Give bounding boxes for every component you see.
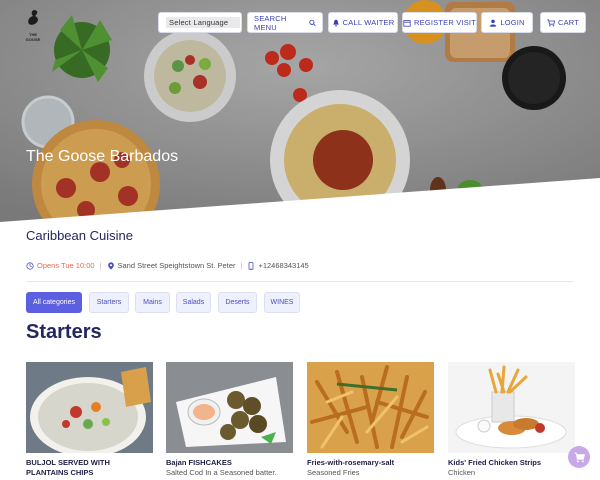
- category-wines[interactable]: WINES: [264, 292, 300, 313]
- menu-item-card[interactable]: Kids' Fried Chicken Strips Chicken: [448, 362, 575, 478]
- search-menu-button[interactable]: SEARCH MENU: [247, 12, 323, 33]
- section-title: Starters: [26, 321, 102, 343]
- search-icon: [309, 19, 316, 26]
- menu-item-name: Kids' Fried Chicken Strips: [448, 458, 542, 467]
- category-salads[interactable]: Salads: [176, 292, 211, 313]
- menu-item-description: Salted Cod In a Seasoned batter.: [166, 468, 277, 477]
- menu-item-image: [26, 362, 153, 453]
- restaurant-phone[interactable]: +12468343145: [258, 261, 308, 270]
- category-mains[interactable]: Mains: [135, 292, 170, 313]
- register-visit-button[interactable]: REGISTER VISIT: [402, 12, 477, 33]
- cart-icon: [574, 452, 585, 462]
- menu-item-name: Fries-with-rosemary-salt: [307, 458, 395, 467]
- info-separator: |: [240, 261, 243, 270]
- divider: [26, 281, 574, 282]
- hero-banner: THE GOOSE Select Language SEARCH MENU CA…: [0, 0, 600, 222]
- menu-item-card[interactable]: BULJOL SERVED WITH PLANTAINS CHIPS: [26, 362, 153, 478]
- restaurant-info-row: Opens Tue 10:00 | Sand Street Speightsto…: [26, 261, 309, 270]
- category-all[interactable]: All categories: [26, 292, 82, 313]
- cart-icon: [547, 18, 555, 27]
- menu-item-image: [307, 362, 434, 453]
- user-icon: [490, 19, 497, 27]
- language-select-value: Select Language: [166, 17, 240, 28]
- menu-item-description: Seasoned Fries: [307, 468, 360, 477]
- opening-status: Opens Tue 10:00: [37, 261, 95, 270]
- register-visit-label: REGISTER VISIT: [414, 18, 476, 27]
- login-button[interactable]: LOGIN: [481, 12, 533, 33]
- map-pin-icon: [107, 261, 114, 270]
- cart-label: CART: [557, 18, 580, 27]
- clock-icon: [26, 261, 34, 270]
- calendar-icon: [403, 19, 411, 27]
- restaurant-name: The Goose Barbados: [26, 148, 179, 165]
- call-waiter-button[interactable]: CALL WAITER: [328, 12, 398, 33]
- info-separator: |: [99, 261, 102, 270]
- category-deserts[interactable]: Deserts: [218, 292, 257, 313]
- bell-icon: [332, 19, 339, 27]
- category-starters[interactable]: Starters: [89, 292, 129, 313]
- menu-item-image: [166, 362, 293, 453]
- floating-cart-button[interactable]: [568, 446, 590, 468]
- menu-item-name: BULJOL SERVED WITH PLANTAINS CHIPS: [26, 458, 110, 477]
- menu-item-card[interactable]: Fries-with-rosemary-salt Seasoned Fries: [307, 362, 434, 478]
- search-menu-label: SEARCH MENU: [254, 13, 287, 32]
- menu-item-name: Bajan FISHCAKES: [166, 458, 232, 467]
- menu-item-description: Chicken: [448, 468, 476, 477]
- phone-icon: [249, 261, 254, 270]
- restaurant-address[interactable]: Sand Street Speightstown St. Peter: [118, 261, 236, 270]
- login-label: LOGIN: [500, 18, 525, 27]
- top-navigation: Select Language SEARCH MENU CALL WAITER …: [0, 12, 600, 34]
- call-waiter-label: CALL WAITER: [342, 18, 395, 27]
- cart-button[interactable]: CART: [540, 12, 586, 33]
- language-select[interactable]: Select Language: [158, 12, 242, 33]
- menu-item-image: [448, 362, 575, 453]
- cuisine-heading: Caribbean Cuisine: [26, 228, 133, 243]
- menu-item-card[interactable]: Bajan FISHCAKES Salted Cod In a Seasoned…: [166, 362, 293, 478]
